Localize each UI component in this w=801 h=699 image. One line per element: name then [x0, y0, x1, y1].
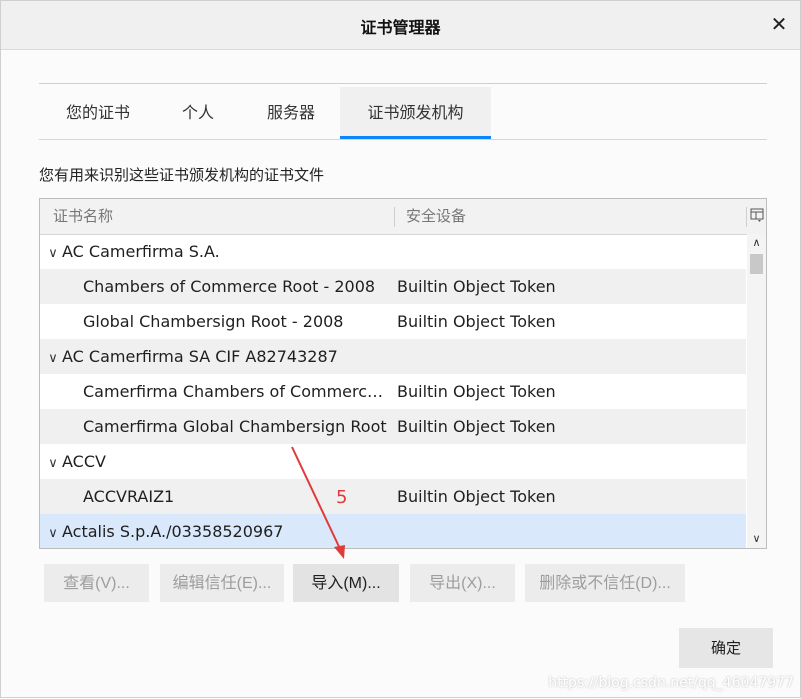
column-picker-icon[interactable] — [750, 208, 764, 222]
security-device: Builtin Object Token — [397, 487, 556, 506]
import-button[interactable]: 导入(M)... — [293, 564, 399, 602]
tree-group-row[interactable]: ∨ AC Camerfirma SA CIF A82743287 — [40, 339, 746, 374]
tabs-top-divider — [39, 83, 767, 84]
tree-header: 证书名称 安全设备 — [40, 199, 766, 235]
group-name: ACCV — [62, 452, 106, 471]
tree-item-row[interactable]: Camerfirma Global Chambersign Root Built… — [40, 409, 746, 444]
delete-distrust-button[interactable]: 删除或不信任(D)... — [525, 564, 685, 602]
column-divider[interactable] — [394, 207, 395, 227]
cert-name: Camerfirma Chambers of Commerce... — [83, 382, 389, 401]
column-divider[interactable] — [746, 207, 747, 227]
close-icon[interactable]: ✕ — [768, 13, 790, 35]
tree-item-row[interactable]: Global Chambersign Root - 2008 Builtin O… — [40, 304, 746, 339]
certificate-manager-dialog: 证书管理器 ✕ 您的证书 个人 服务器 证书颁发机构 您有用来识别这些证书颁发机… — [0, 0, 801, 698]
tab-authorities[interactable]: 证书颁发机构 — [340, 87, 491, 139]
certificate-tree[interactable]: 证书名称 安全设备 ∨ AC Camerfirma S.A. Chambers o… — [39, 198, 767, 549]
export-button[interactable]: 导出(X)... — [410, 564, 515, 602]
tab-description: 您有用来识别这些证书颁发机构的证书文件 — [39, 166, 325, 184]
cert-name: Chambers of Commerce Root - 2008 — [83, 277, 376, 296]
edit-trust-button[interactable]: 编辑信任(E)... — [160, 564, 284, 602]
chevron-down-icon[interactable]: ∨ — [44, 341, 62, 376]
column-header-cert-name[interactable]: 证书名称 — [53, 199, 113, 234]
tab-bar: 您的证书 个人 服务器 证书颁发机构 — [39, 87, 767, 140]
tree-item-row[interactable]: Chambers of Commerce Root - 2008 Builtin… — [40, 269, 746, 304]
group-name: Actalis S.p.A./03358520967 — [62, 522, 284, 541]
security-device: Builtin Object Token — [397, 277, 556, 296]
tab-personal[interactable]: 个人 — [165, 87, 231, 139]
vertical-scrollbar[interactable]: ∧ ∨ — [747, 234, 766, 548]
chevron-down-icon[interactable]: ∨ — [44, 236, 62, 271]
watermark: https://blog.csdn.net/qq_46047977 — [548, 675, 794, 691]
tree-group-row-selected[interactable]: ∨ Actalis S.p.A./03358520967 — [40, 514, 746, 548]
tree-item-row[interactable]: Camerfirma Chambers of Commerce... Built… — [40, 374, 746, 409]
dialog-title: 证书管理器 — [360, 18, 441, 37]
chevron-down-icon[interactable]: ∨ — [44, 446, 62, 481]
cert-name: Camerfirma Global Chambersign Root — [83, 417, 387, 436]
cert-name: Global Chambersign Root - 2008 — [83, 312, 344, 331]
annotation-step-number: 5 — [336, 487, 348, 508]
group-name: AC Camerfirma SA CIF A82743287 — [62, 347, 338, 366]
chevron-down-icon[interactable]: ∨ — [44, 516, 62, 548]
security-device: Builtin Object Token — [397, 382, 556, 401]
group-name: AC Camerfirma S.A. — [62, 242, 220, 261]
scrollbar-thumb[interactable] — [750, 254, 763, 274]
tree-group-row[interactable]: ∨ ACCV — [40, 444, 746, 479]
tab-servers[interactable]: 服务器 — [247, 87, 335, 139]
tree-item-row[interactable]: ACCVRAIZ1 Builtin Object Token — [40, 479, 746, 514]
scroll-up-icon[interactable]: ∧ — [747, 234, 766, 252]
tab-your-certificates[interactable]: 您的证书 — [39, 87, 157, 139]
security-device: Builtin Object Token — [397, 312, 556, 331]
tree-group-row[interactable]: ∨ AC Camerfirma S.A. — [40, 234, 746, 269]
view-button[interactable]: 查看(V)... — [44, 564, 149, 602]
column-header-security-device[interactable]: 安全设备 — [406, 199, 466, 234]
ok-button[interactable]: 确定 — [679, 628, 773, 668]
tree-rows: ∨ AC Camerfirma S.A. Chambers of Commerce… — [40, 234, 746, 548]
title-bar: 证书管理器 ✕ — [1, 1, 800, 50]
security-device: Builtin Object Token — [397, 417, 556, 436]
scroll-down-icon[interactable]: ∨ — [747, 530, 766, 548]
